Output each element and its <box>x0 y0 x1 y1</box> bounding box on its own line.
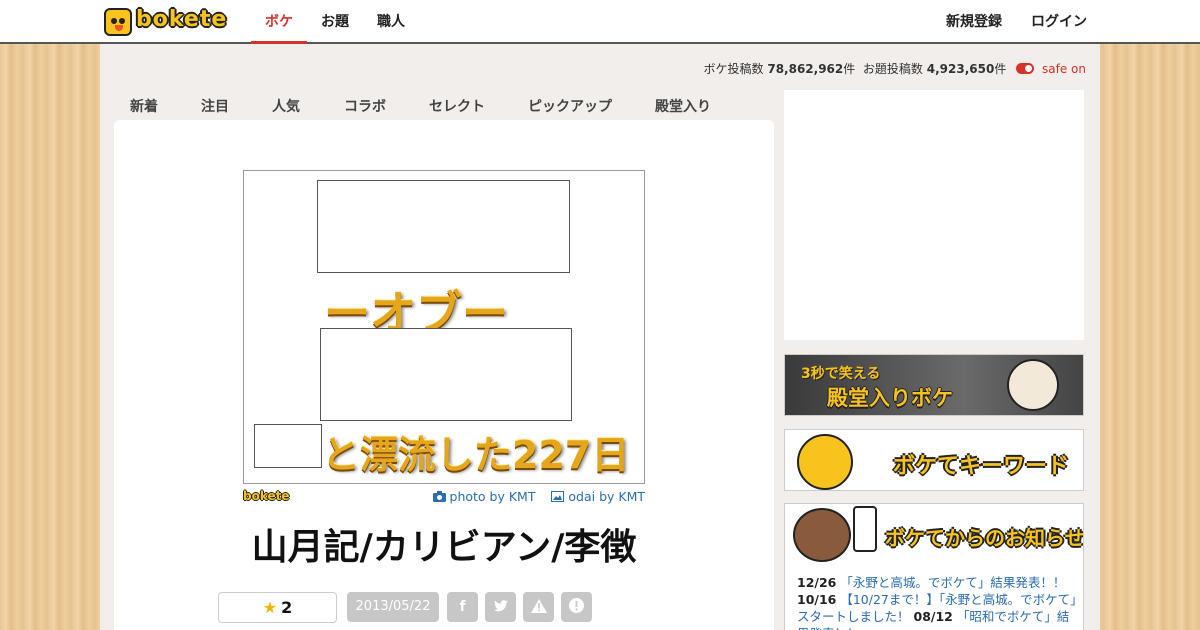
news-date: 08/12 <box>913 609 953 624</box>
mascot-character-icon <box>1007 359 1059 411</box>
tab-popular[interactable]: 人気 <box>272 96 300 116</box>
tab-collab[interactable]: コラボ <box>344 96 386 116</box>
keyword-banner[interactable]: ボケてキーワード <box>784 429 1084 491</box>
text-mask-box <box>317 180 570 273</box>
boke-count-unit: 件 <box>843 62 856 76</box>
nav-odai[interactable]: お題 <box>321 0 349 44</box>
text-mask-box <box>254 424 322 468</box>
top-navbar: bokete ボケ お題 職人 新規登録 ログイン <box>0 0 1200 44</box>
report-button[interactable] <box>523 592 554 622</box>
banner1-title: 殿堂入りボケ <box>827 386 953 410</box>
girl-mascot-icon <box>793 508 851 562</box>
photo-credit-link[interactable]: photo by KMT <box>450 489 536 504</box>
tab-featured[interactable]: 注目 <box>201 96 229 116</box>
odai-count-label: お題投稿数 <box>862 62 923 76</box>
signup-link[interactable]: 新規登録 <box>946 0 1002 44</box>
tab-select[interactable]: セレクト <box>429 96 485 116</box>
image-credit-row: bokete photo by KMT odai by KMT <box>243 488 645 508</box>
tab-new[interactable]: 新着 <box>130 96 158 116</box>
odai-count-unit: 件 <box>994 62 1007 76</box>
watermark-logo: bokete <box>243 489 290 503</box>
odai-image[interactable]: ーオブー と漂流した227日 <box>243 170 645 484</box>
bokete-logo[interactable]: bokete <box>104 7 232 36</box>
logo-wordmark: bokete <box>136 7 228 32</box>
alert-button[interactable] <box>561 592 592 622</box>
main-container: ボケ投稿数 78,862,962件 お題投稿数 4,923,650件 safe … <box>100 44 1100 630</box>
tab-pickup[interactable]: ピックアップ <box>528 96 612 116</box>
post-stats: ボケ投稿数 78,862,962件 お題投稿数 4,923,650件 safe … <box>704 60 1087 77</box>
text-mask-box <box>320 328 572 421</box>
boke-count-label: ボケ投稿数 <box>703 62 764 76</box>
boke-count: 78,862,962 <box>767 62 844 76</box>
picture-icon <box>551 490 565 505</box>
camera-icon <box>432 490 446 505</box>
exclamation-icon <box>569 598 584 615</box>
news-item[interactable]: 10/16 【10/27まで！】「永野と高城。でボケて」スタートしました！ 08… <box>797 591 1077 630</box>
news-item[interactable]: 12/26 「永野と高城。でボケて」結果発表！！ <box>797 574 1077 591</box>
tab-hall-of-fame[interactable]: 殿堂入り <box>655 96 711 116</box>
safe-mode-label[interactable]: safe on <box>1042 62 1086 76</box>
star-icon: ★ <box>262 598 278 617</box>
login-link[interactable]: ログイン <box>1031 0 1087 44</box>
facebook-icon: f <box>459 599 466 615</box>
credits: photo by KMT odai by KMT <box>432 489 645 505</box>
boke-title: 山月記/カリビアン/李徴 <box>251 527 637 568</box>
bokete-mascot-icon <box>104 8 132 36</box>
star-rating-button[interactable]: ★ 2 <box>218 592 337 623</box>
twitter-share-button[interactable] <box>485 592 516 622</box>
banner1-subtitle: 3秒で笑える <box>801 366 881 382</box>
news-date: 12/26 <box>797 575 837 590</box>
star-count: 2 <box>281 598 293 617</box>
news-date: 10/16 <box>797 592 837 607</box>
bird-mascot-icon <box>797 434 853 490</box>
news-text: 「永野と高城。でボケて」結果発表！！ <box>840 575 1066 590</box>
smartphone-icon <box>853 506 877 552</box>
hall-of-fame-banner[interactable]: 3秒で笑える 殿堂入りボケ <box>784 354 1084 416</box>
safe-mode-toggle[interactable] <box>1016 63 1035 74</box>
image-caption-bottom: と漂流した227日 <box>322 433 630 477</box>
odai-count: 4,923,650 <box>926 62 995 76</box>
news-panel: ボケてからのお知らせ 12/26 「永野と高城。でボケて」結果発表！！ 10/1… <box>784 503 1084 630</box>
facebook-share-button[interactable]: f <box>447 592 478 622</box>
nav-boke[interactable]: ボケ <box>251 0 307 44</box>
nav-shokunin[interactable]: 職人 <box>377 0 405 44</box>
ad-slot[interactable] <box>784 90 1084 340</box>
boke-card: ーオブー と漂流した227日 bokete photo by KMT odai … <box>114 120 774 630</box>
banner2-title: ボケてキーワード <box>893 454 1070 479</box>
odai-credit-link[interactable]: odai by KMT <box>568 489 645 504</box>
news-list: 12/26 「永野と高城。でボケて」結果発表！！ 10/16 【10/27まで！… <box>797 574 1077 630</box>
twitter-icon <box>493 599 508 615</box>
post-date: 2013/05/22 <box>347 592 439 622</box>
banner3-title: ボケてからのお知らせ <box>885 526 1084 550</box>
warning-icon <box>530 599 547 615</box>
